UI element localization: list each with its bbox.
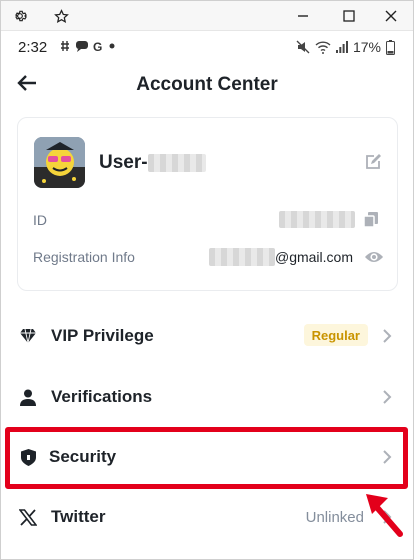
chat-icon — [76, 41, 88, 52]
maximize-icon[interactable] — [337, 1, 361, 31]
close-icon[interactable] — [379, 1, 403, 31]
battery-icon — [386, 39, 395, 55]
svg-text:G: G — [93, 40, 102, 52]
wifi-icon — [315, 40, 331, 54]
registration-info-label: Registration Info — [33, 249, 135, 265]
status-time: 2:32 — [18, 39, 48, 56]
mute-icon — [296, 40, 310, 54]
diamond-icon — [18, 326, 38, 346]
notification-icons: G — [59, 40, 115, 52]
username: User- — [99, 152, 206, 174]
battery-percent: 17% — [352, 39, 381, 55]
signal-icon — [335, 41, 348, 53]
system-indicators: 17% — [296, 39, 395, 55]
dot-icon — [109, 43, 115, 49]
window-titlebar — [1, 1, 413, 31]
menu-item-twitter[interactable]: Twitter Unlinked — [0, 490, 414, 544]
eye-icon[interactable] — [364, 249, 384, 265]
twitter-label: Twitter — [51, 507, 106, 526]
registration-email: @gmail.com — [208, 248, 353, 266]
hash-icon — [61, 41, 69, 51]
gear-icon[interactable] — [9, 1, 31, 31]
email-redacted — [208, 248, 275, 266]
page-title: Account Center — [136, 74, 278, 95]
edit-icon[interactable] — [365, 154, 381, 170]
username-prefix: User- — [99, 152, 148, 173]
avatar[interactable] — [34, 137, 85, 188]
id-label: ID — [33, 212, 47, 228]
x-logo-icon — [18, 507, 38, 527]
phone-status-bar: 2:32 G 17% — [1, 32, 413, 62]
id-value-redacted — [279, 211, 355, 228]
account-card: User- ID Registration Info @gmail.com — [17, 117, 398, 291]
chevron-right-icon — [382, 329, 392, 343]
highlight-box — [5, 427, 408, 489]
email-domain: @gmail.com — [274, 249, 353, 265]
menu-item-vip-privilege[interactable]: VIP Privilege Regular — [0, 309, 414, 363]
vip-privilege-label: VIP Privilege — [51, 326, 154, 345]
google-icon: G — [93, 40, 102, 52]
twitter-link-status: Unlinked — [305, 508, 364, 526]
annotation-arrow-icon — [360, 490, 406, 538]
star-icon[interactable] — [49, 1, 73, 31]
minimize-icon[interactable] — [291, 1, 315, 31]
chevron-right-icon — [382, 390, 392, 404]
app-header: Account Center — [0, 62, 414, 106]
user-icon — [18, 387, 38, 407]
verifications-label: Verifications — [51, 387, 153, 406]
menu-item-verifications[interactable]: Verifications — [0, 370, 414, 424]
username-redacted — [147, 154, 206, 172]
vip-level-badge: Regular — [303, 324, 368, 346]
copy-icon[interactable] — [363, 211, 379, 228]
